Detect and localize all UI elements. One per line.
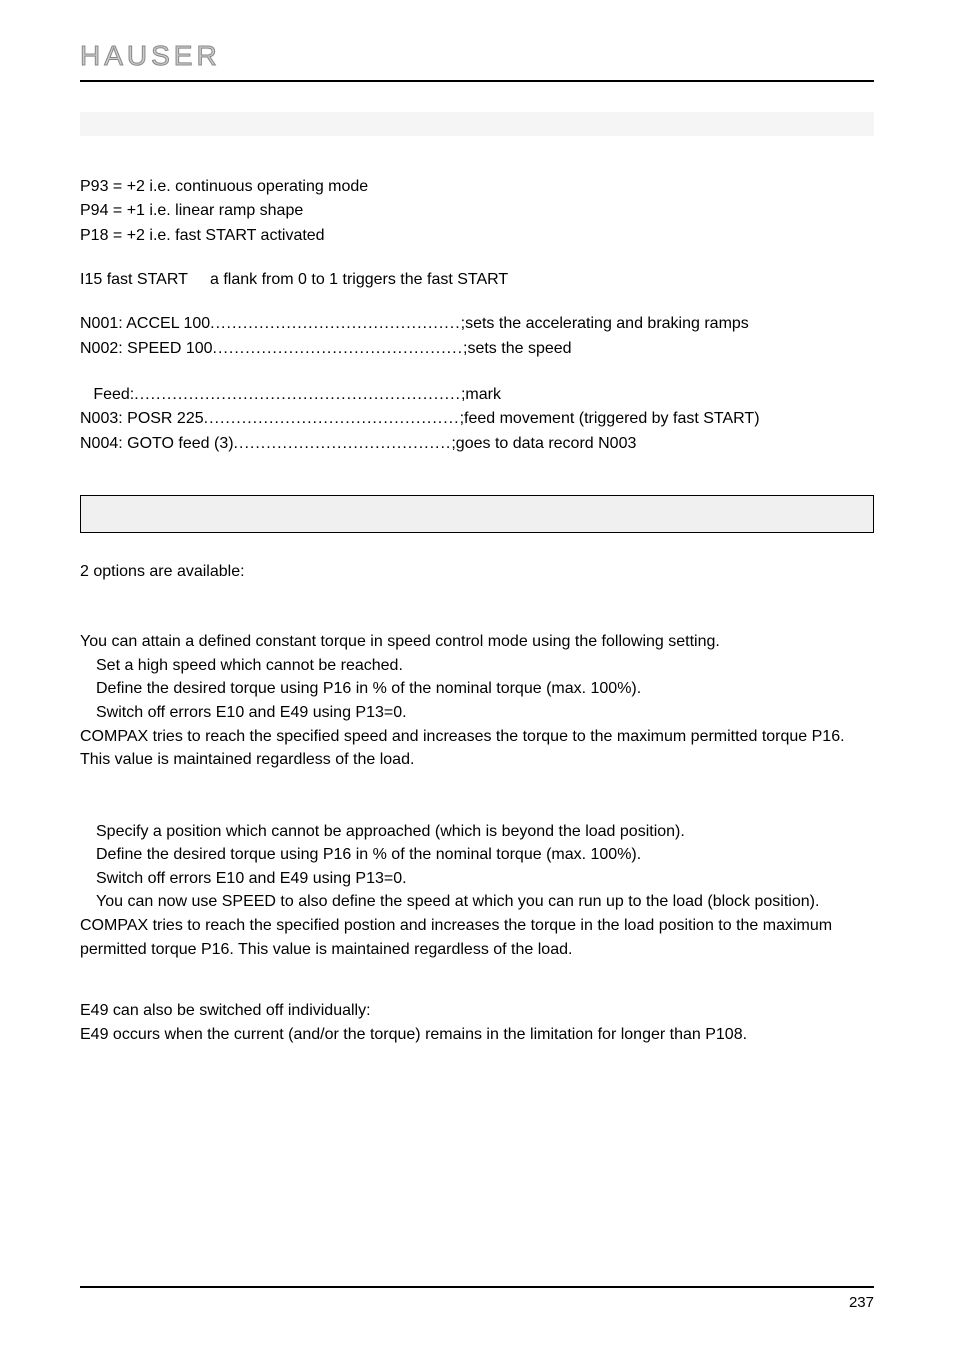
input-desc: a flank from 0 to 1 triggers the fast ST… [210,271,508,289]
note-line: E49 can also be switched off individuall… [80,1000,874,1022]
options-intro: 2 options are available: [80,563,874,581]
program-line: N003: POSR 225 .........................… [80,408,680,430]
dots: ........................................… [204,408,460,430]
input-row: I15 fast START a flank from 0 to 1 trigg… [80,271,874,289]
dots: ........................................… [134,384,461,406]
footer-divider [80,1286,874,1288]
program-comment: ;sets the speed [463,338,572,360]
parameters-block: P93 = +2 i.e. continuous operating mode … [80,176,874,247]
program-line: Feed: ..................................… [80,384,680,406]
program-comment: ;feed movement (triggered by fast START) [460,408,760,430]
option1-outro: COMPAX tries to reach the specified spee… [80,726,874,748]
page-footer: 237 [80,1286,874,1311]
section-box [80,495,874,533]
param-p93: P93 = +2 i.e. continuous operating mode [80,176,874,198]
option2-bullet: Specify a position which cannot be appro… [80,821,874,843]
program-block-2: Feed: ..................................… [80,384,680,455]
program-line: N002: SPEED 100 ........................… [80,338,680,360]
option2-bullet: You can now use SPEED to also define the… [80,891,874,913]
program-line: N001: ACCEL 100 ........................… [80,313,680,335]
option1-bullet: Set a high speed which cannot be reached… [80,655,874,677]
program-block-1: N001: ACCEL 100 ........................… [80,313,680,360]
option2-bullet: Switch off errors E10 and E49 using P13=… [80,868,874,890]
option2-outro: permitted torque P16. This value is main… [80,939,874,961]
option1-bullet: Define the desired torque using P16 in %… [80,678,874,700]
note-line: E49 occurs when the current (and/or the … [80,1024,874,1046]
program-comment: ;goes to data record N003 [451,433,636,455]
note-block: E49 can also be switched off individuall… [80,1000,874,1045]
program-code: N002: SPEED 100 [80,338,213,360]
option-2-block: Specify a position which cannot be appro… [80,821,874,961]
option1-intro: You can attain a defined constant torque… [80,631,874,653]
top-divider [80,80,874,82]
option2-bullet: Define the desired torque using P16 in %… [80,844,874,866]
dots: ........................................ [234,433,452,455]
section-bar [80,112,874,136]
dots: ........................................… [213,338,463,360]
dots: ........................................… [210,313,460,335]
program-code: N003: POSR 225 [80,408,204,430]
page-number: 237 [80,1294,874,1311]
program-comment: ;sets the accelerating and braking ramps [461,313,749,335]
param-p94: P94 = +1 i.e. linear ramp shape [80,200,874,222]
brand-logo: HAUSER [80,40,874,72]
param-p18: P18 = +2 i.e. fast START activated [80,225,874,247]
program-code: Feed: [80,384,134,406]
program-comment: ;mark [461,384,501,406]
option1-bullet: Switch off errors E10 and E49 using P13=… [80,702,874,724]
option-1-block: You can attain a defined constant torque… [80,631,874,771]
input-label: I15 fast START [80,271,210,289]
option2-outro: COMPAX tries to reach the specified post… [80,915,874,937]
program-line: N004: GOTO feed (3) ....................… [80,433,680,455]
program-code: N004: GOTO feed (3) [80,433,234,455]
program-code: N001: ACCEL 100 [80,313,210,335]
option1-outro: This value is maintained regardless of t… [80,749,874,771]
